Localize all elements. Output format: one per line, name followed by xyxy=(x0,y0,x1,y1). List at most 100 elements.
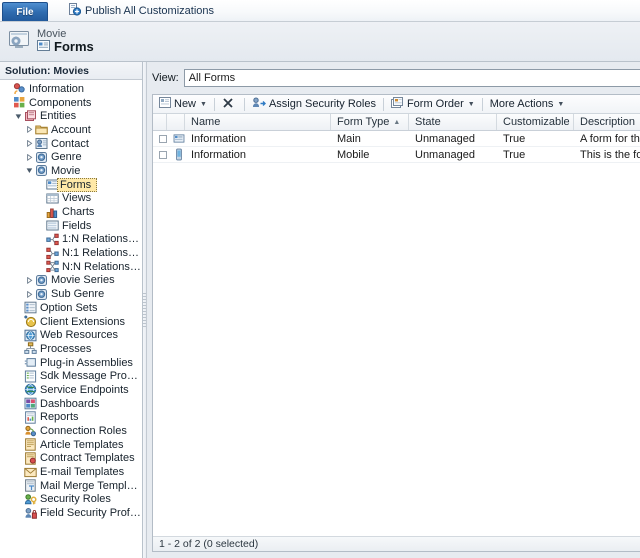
sidebar-item-account[interactable]: Account xyxy=(0,123,142,137)
collapse-arrow-icon[interactable] xyxy=(24,153,34,161)
sidebar-item-dashboards[interactable]: Dashboards xyxy=(0,397,142,411)
sidebar-item-connection-roles[interactable]: Connection Roles xyxy=(0,424,142,438)
row-state: Unmanaged xyxy=(415,132,475,145)
sidebar-item-movie[interactable]: Movie xyxy=(0,164,142,178)
column-header-label: Description xyxy=(580,116,636,128)
sidebar-item-label: Client Extensions xyxy=(40,315,125,328)
column-header-description[interactable]: Description xyxy=(574,114,640,130)
sidebar-item-service-endpoints[interactable]: Service Endpoints xyxy=(0,383,142,397)
collapse-arrow-icon[interactable] xyxy=(24,276,34,284)
processes-icon xyxy=(23,342,37,355)
information-icon xyxy=(12,82,26,95)
grid-header-row: Name Form Type ▲ State Customizable Descripti… xyxy=(153,114,640,131)
sidebar-item-forms[interactable]: Forms xyxy=(0,177,142,192)
sidebar-item-processes[interactable]: Processes xyxy=(0,342,142,356)
sidebar-item-field-security-profiles[interactable]: Field Security Profiles xyxy=(0,506,142,520)
customization-icon xyxy=(8,29,30,54)
sidebar-item-1-n-relationships[interactable]: 1:N Relationships xyxy=(0,233,142,247)
sidebar-item-label: E-mail Templates xyxy=(40,466,125,479)
sidebar-item-option-sets[interactable]: Option Sets xyxy=(0,301,142,315)
assign-security-roles-button[interactable]: Assign Security Roles xyxy=(246,95,382,113)
contract-templates-icon xyxy=(23,452,37,465)
delete-button[interactable] xyxy=(216,95,243,113)
sidebar-item-security-roles[interactable]: Security Roles xyxy=(0,493,142,507)
collapse-arrow-icon[interactable] xyxy=(24,140,34,148)
body-split: Solution: Movies Information Components En… xyxy=(0,62,640,558)
sidebar-item-label: Dashboards xyxy=(40,397,100,410)
row-checkbox[interactable] xyxy=(153,147,167,162)
sidebar-item-entities[interactable]: Entities xyxy=(0,109,142,123)
file-tab-label: File xyxy=(16,6,34,18)
many-to-many-icon xyxy=(45,260,59,273)
reports-icon xyxy=(23,411,37,424)
security-roles-icon xyxy=(252,97,266,112)
collapse-arrow-icon[interactable] xyxy=(24,126,34,134)
column-header-name[interactable]: Name xyxy=(185,114,331,130)
sidebar-item-fields[interactable]: Fields xyxy=(0,219,142,233)
expand-arrow-icon[interactable] xyxy=(24,167,34,174)
expand-arrow-icon[interactable] xyxy=(13,113,23,120)
sidebar-item-n-n-relationships[interactable]: N:N Relationships xyxy=(0,260,142,274)
sidebar-item-label: Service Endpoints xyxy=(40,383,129,396)
sidebar-item-plug-in-assemblies[interactable]: Plug-in Assemblies xyxy=(0,356,142,370)
sidebar-item-contact[interactable]: Contact xyxy=(0,137,142,151)
table-row[interactable]: Information Mobile Unmanaged True This is th… xyxy=(153,147,640,163)
entity-custom-icon xyxy=(34,288,48,301)
solution-tree[interactable]: Information Components Entities Account Cont… xyxy=(0,80,142,558)
new-button[interactable]: New ▼ xyxy=(153,95,213,113)
new-label: New xyxy=(174,98,197,110)
more-actions-button[interactable]: More Actions ▼ xyxy=(484,95,571,113)
sidebar-item-web-resources[interactable]: Web Resources xyxy=(0,328,142,342)
publish-icon xyxy=(68,2,82,19)
table-row[interactable]: Information Main Unmanaged True A form for t… xyxy=(153,131,640,147)
sidebar-item-client-extensions[interactable]: Client Extensions xyxy=(0,315,142,329)
email-templates-icon xyxy=(23,466,37,479)
row-checkbox[interactable] xyxy=(153,131,167,146)
sidebar-item-label: N:1 Relationships xyxy=(62,247,142,260)
sidebar-item-reports[interactable]: Reports xyxy=(0,411,142,425)
column-header-form-type[interactable]: Form Type ▲ xyxy=(331,114,409,130)
publish-all-customizations-button[interactable]: Publish All Customizations xyxy=(62,0,220,21)
new-icon xyxy=(159,97,171,111)
select-all-header[interactable] xyxy=(153,114,167,130)
sidebar-item-e-mail-templates[interactable]: E-mail Templates xyxy=(0,465,142,479)
entity-custom-icon xyxy=(34,274,48,287)
view-selected-value: All Forms xyxy=(188,72,236,84)
view-selector[interactable]: All Forms xyxy=(183,69,640,87)
sidebar-item-label: Genre xyxy=(51,151,82,164)
sidebar-item-components[interactable]: Components xyxy=(0,96,142,110)
sidebar-item-sdk-message-processin[interactable]: Sdk Message Processin... xyxy=(0,369,142,383)
sidebar-item-label: Charts xyxy=(62,206,95,219)
article-templates-icon xyxy=(23,438,37,451)
sidebar-item-views[interactable]: Views xyxy=(0,192,142,206)
solution-navigation-panel: Solution: Movies Information Components En… xyxy=(0,62,143,558)
sidebar-item-label: 1:N Relationships xyxy=(62,233,142,246)
sidebar-item-contract-templates[interactable]: Contract Templates xyxy=(0,452,142,466)
column-header-customizable[interactable]: Customizable xyxy=(497,114,574,130)
sidebar-item-charts[interactable]: Charts xyxy=(0,205,142,219)
sidebar-item-label: Account xyxy=(51,123,91,136)
sdk-message-icon xyxy=(23,370,37,383)
file-tab[interactable]: File xyxy=(2,2,48,21)
page-title: Forms xyxy=(54,39,94,55)
sidebar-item-sub-genre[interactable]: Sub Genre xyxy=(0,287,142,301)
form-order-button[interactable]: Form Order ▼ xyxy=(385,95,481,113)
sidebar-item-mail-merge-templates[interactable]: Mail Merge Templates xyxy=(0,479,142,493)
collapse-arrow-icon[interactable] xyxy=(24,290,34,298)
sidebar-item-article-templates[interactable]: Article Templates xyxy=(0,438,142,452)
sidebar-item-label: Web Resources xyxy=(40,329,119,342)
connection-roles-icon xyxy=(23,425,37,438)
sidebar-item-information[interactable]: Information xyxy=(0,82,142,96)
mobile-form-icon xyxy=(167,147,185,162)
sidebar-item-label: Option Sets xyxy=(40,301,98,314)
web-resources-icon xyxy=(23,329,37,342)
row-form-type: Main xyxy=(337,132,361,145)
sidebar-item-movie-series[interactable]: Movie Series xyxy=(0,274,142,288)
assign-label: Assign Security Roles xyxy=(268,98,376,110)
column-header-state[interactable]: State xyxy=(409,114,497,130)
sidebar-item-n-1-relationships[interactable]: N:1 Relationships xyxy=(0,246,142,260)
sidebar-item-genre[interactable]: Genre xyxy=(0,150,142,164)
grid-status-bar: 1 - 2 of 2 (0 selected) xyxy=(153,536,640,551)
column-header-label: Customizable xyxy=(503,116,570,128)
plugin-assemblies-icon xyxy=(23,356,37,369)
